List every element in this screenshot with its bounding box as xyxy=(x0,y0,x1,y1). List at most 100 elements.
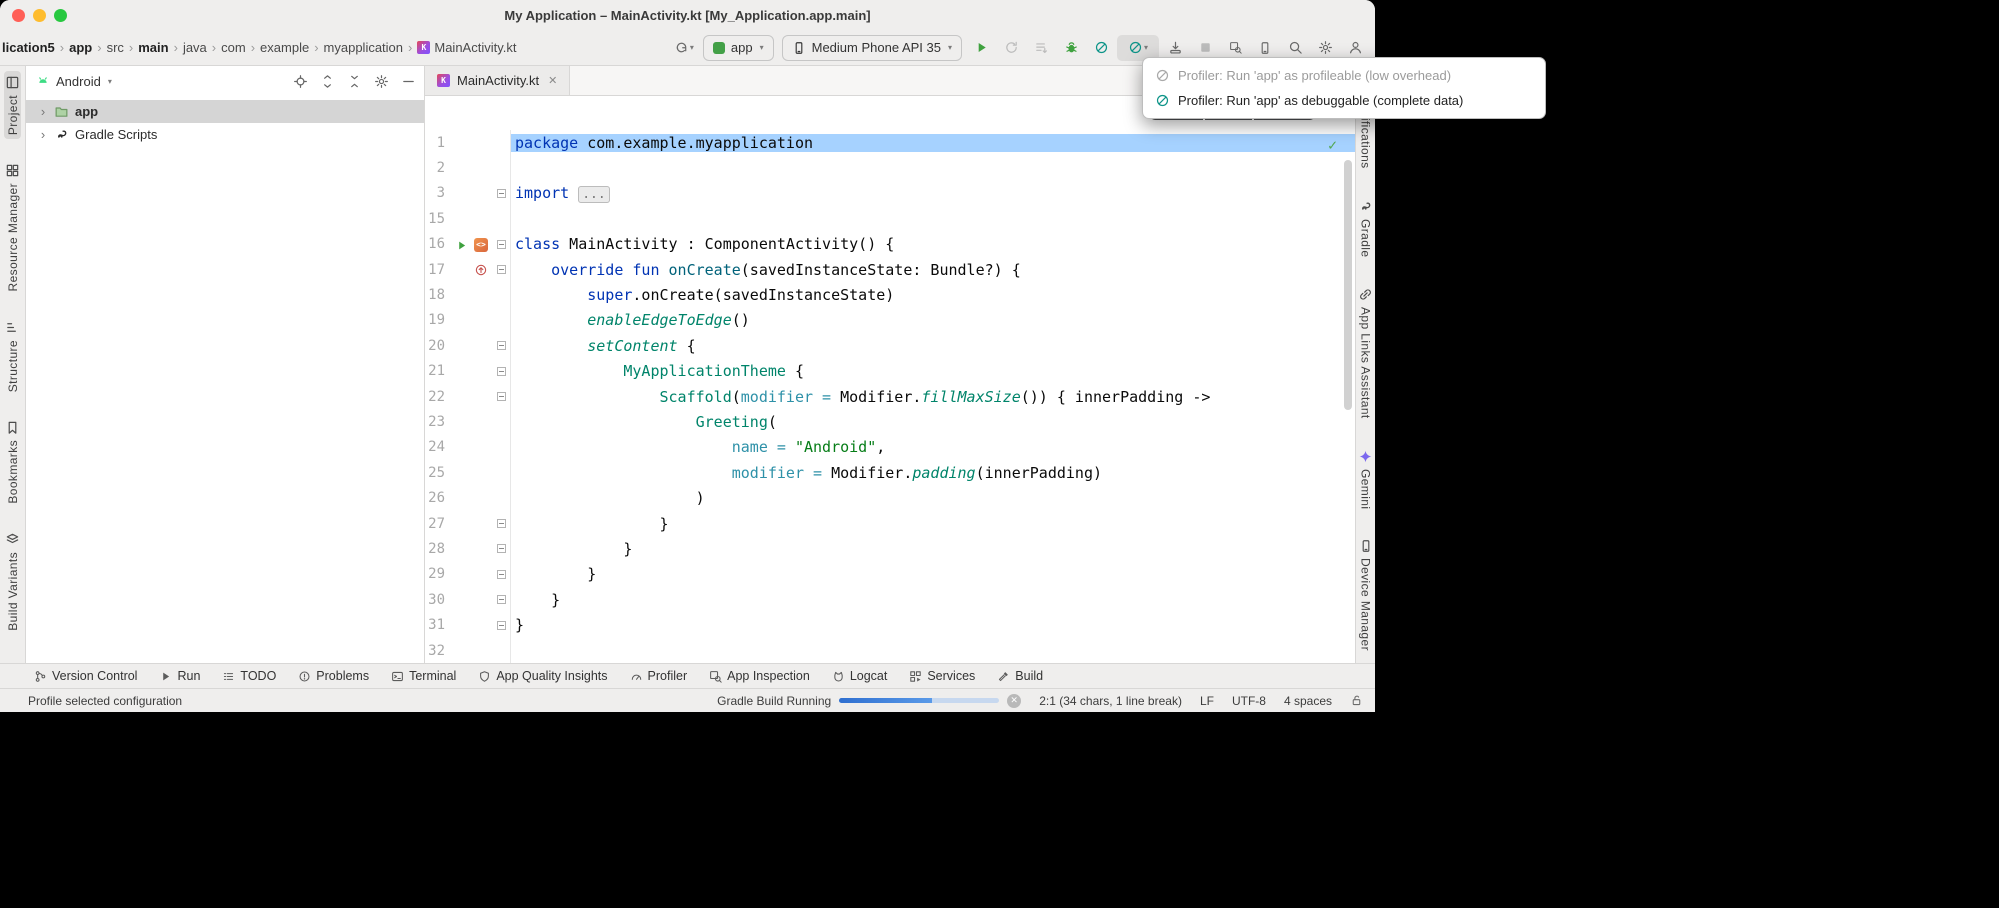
debug-icon[interactable] xyxy=(1057,35,1085,61)
fold-marker[interactable] xyxy=(497,544,506,553)
tool-window-button-app-quality-insights[interactable]: App Quality Insights xyxy=(478,669,607,683)
code-line[interactable]: 17 override fun onCreate(savedInstanceSt… xyxy=(425,257,1355,282)
gear-icon[interactable] xyxy=(374,74,389,89)
cancel-build-icon[interactable]: ✕ xyxy=(1007,694,1021,708)
close-tab-icon[interactable]: ✕ xyxy=(548,74,557,87)
breadcrumb-item[interactable]: java xyxy=(181,39,209,56)
code-text[interactable]: ) xyxy=(511,489,1355,507)
code-line[interactable]: 2 xyxy=(425,155,1355,180)
hide-panel-icon[interactable] xyxy=(401,74,416,89)
code-line[interactable]: 26 ) xyxy=(425,485,1355,510)
editor-tab[interactable]: K MainActivity.kt ✕ xyxy=(425,66,570,95)
fold-marker[interactable] xyxy=(497,189,506,198)
breadcrumb-item[interactable]: KMainActivity.kt xyxy=(415,39,518,56)
code-editor[interactable]: 1 package com.example.myapplication 2 3 … xyxy=(425,96,1355,663)
chevron-right-icon[interactable]: › xyxy=(38,104,48,119)
code-text[interactable]: super.onCreate(savedInstanceState) xyxy=(511,286,1355,304)
code-line[interactable]: 15 xyxy=(425,206,1355,231)
code-line[interactable]: 28 } xyxy=(425,536,1355,561)
tool-window-button-build[interactable]: Build xyxy=(997,669,1043,683)
tool-window-button-project[interactable]: Project xyxy=(4,71,21,139)
popup-item[interactable]: Profiler: Run 'app' as debuggable (compl… xyxy=(1143,88,1545,113)
tree-row[interactable]: › Gradle Scripts xyxy=(26,123,424,146)
project-view-selector[interactable]: Android ▾ xyxy=(36,74,112,89)
tool-window-button-services[interactable]: Services xyxy=(909,669,975,683)
code-text[interactable]: enableEdgeToEdge() xyxy=(511,311,1355,329)
code-text[interactable]: Scaffold(modifier = Modifier.fillMaxSize… xyxy=(511,388,1355,406)
tool-window-button-version-control[interactable]: Version Control xyxy=(34,669,137,683)
editor-scrollbar[interactable] xyxy=(1344,160,1352,410)
code-line[interactable]: 25 modifier = Modifier.padding(innerPadd… xyxy=(425,460,1355,485)
tool-window-button-todo[interactable]: TODO xyxy=(222,669,276,683)
code-line[interactable]: 27 } xyxy=(425,511,1355,536)
code-text[interactable]: import ... xyxy=(511,184,1355,202)
titlebar[interactable]: My Application – MainActivity.kt [My_App… xyxy=(0,0,1375,30)
code-line[interactable]: 32 xyxy=(425,638,1355,663)
code-line[interactable]: 19 enableEdgeToEdge() xyxy=(425,308,1355,333)
code-line[interactable]: 29 } xyxy=(425,562,1355,587)
code-text[interactable]: class MainActivity : ComponentActivity()… xyxy=(511,235,1355,253)
progress-label[interactable]: Gradle Build Running xyxy=(717,694,831,708)
minimize-window-button[interactable] xyxy=(33,9,46,22)
code-text[interactable]: MyApplicationTheme { xyxy=(511,362,1355,380)
code-text[interactable]: } xyxy=(511,515,1355,533)
tool-window-button-gradle[interactable]: Gradle xyxy=(1357,195,1374,261)
tool-window-button-logcat[interactable]: Logcat xyxy=(832,669,888,683)
code-line[interactable]: 20 setContent { xyxy=(425,333,1355,358)
apply-changes-icon[interactable] xyxy=(1027,35,1055,61)
fold-marker[interactable] xyxy=(497,265,506,274)
run-gutter-icon[interactable] xyxy=(455,238,468,256)
breadcrumb-item[interactable]: myapplication xyxy=(322,39,406,56)
tool-window-button-terminal[interactable]: Terminal xyxy=(391,669,456,683)
code-text[interactable]: } xyxy=(511,540,1355,558)
code-text[interactable]: } xyxy=(511,616,1355,634)
fold-marker[interactable] xyxy=(497,621,506,630)
fold-marker[interactable] xyxy=(497,341,506,350)
code-text[interactable]: modifier = Modifier.padding(innerPadding… xyxy=(511,464,1355,482)
rerun-icon[interactable] xyxy=(997,35,1025,61)
tree-row[interactable]: › app xyxy=(26,100,424,123)
line-ending-indicator[interactable]: LF xyxy=(1200,694,1214,708)
profiler-low-overhead-icon[interactable] xyxy=(1087,35,1115,61)
compose-preview-gutter-icon[interactable]: <> xyxy=(474,238,488,252)
breadcrumb-item[interactable]: com xyxy=(219,39,248,56)
fold-marker[interactable] xyxy=(497,595,506,604)
code-text[interactable]: Greeting( xyxy=(511,413,1355,431)
code-text[interactable]: package com.example.myapplication xyxy=(511,134,1355,152)
code-text[interactable]: } xyxy=(511,565,1355,583)
fold-marker[interactable] xyxy=(497,392,506,401)
code-text[interactable]: override fun onCreate(savedInstanceState… xyxy=(511,261,1355,279)
run-button[interactable] xyxy=(967,35,995,61)
overriding-method-gutter-icon[interactable] xyxy=(474,263,488,281)
tool-window-button-problems[interactable]: Problems xyxy=(298,669,369,683)
breadcrumb-item[interactable]: src xyxy=(105,39,126,56)
fold-marker[interactable] xyxy=(497,240,506,249)
code-text[interactable]: name = "Android", xyxy=(511,438,1355,456)
inspection-status-icon[interactable]: ✓ xyxy=(1328,136,1337,154)
indent-indicator[interactable]: 4 spaces xyxy=(1284,694,1332,708)
run-config-selector[interactable]: app ▾ xyxy=(703,35,774,61)
zoom-window-button[interactable] xyxy=(54,9,67,22)
code-line[interactable]: 24 name = "Android", xyxy=(425,435,1355,460)
tool-window-button-bookmarks[interactable]: Bookmarks xyxy=(4,416,21,508)
code-line[interactable]: 16 <> class MainActivity : ComponentActi… xyxy=(425,232,1355,257)
breadcrumb-item[interactable]: example xyxy=(258,39,311,56)
expand-all-icon[interactable] xyxy=(320,74,335,89)
tool-window-button-app-links-assistant[interactable]: App Links Assistant xyxy=(1357,283,1374,423)
code-line[interactable]: 22 Scaffold(modifier = Modifier.fillMaxS… xyxy=(425,384,1355,409)
code-line[interactable]: 30 } xyxy=(425,587,1355,612)
tool-window-button-profiler[interactable]: Profiler xyxy=(630,669,688,683)
tool-window-button-resource-manager[interactable]: Resource Manager xyxy=(4,159,21,295)
tool-window-button-run[interactable]: Run xyxy=(159,669,200,683)
vcs-update-icon[interactable]: ▾ xyxy=(670,35,698,61)
tool-window-button-structure[interactable]: Structure xyxy=(4,316,21,396)
breadcrumb-item[interactable]: main xyxy=(136,39,170,56)
code-line[interactable]: 23 Greeting( xyxy=(425,409,1355,434)
chevron-right-icon[interactable]: › xyxy=(38,127,48,142)
code-line[interactable]: 3 import ... xyxy=(425,181,1355,206)
caret-position-indicator[interactable]: 2:1 (34 chars, 1 line break) xyxy=(1039,694,1182,708)
fold-marker[interactable] xyxy=(497,519,506,528)
breadcrumb-item[interactable]: lication5 xyxy=(0,39,57,56)
breadcrumb-item[interactable]: app xyxy=(67,39,94,56)
fold-marker[interactable] xyxy=(497,570,506,579)
